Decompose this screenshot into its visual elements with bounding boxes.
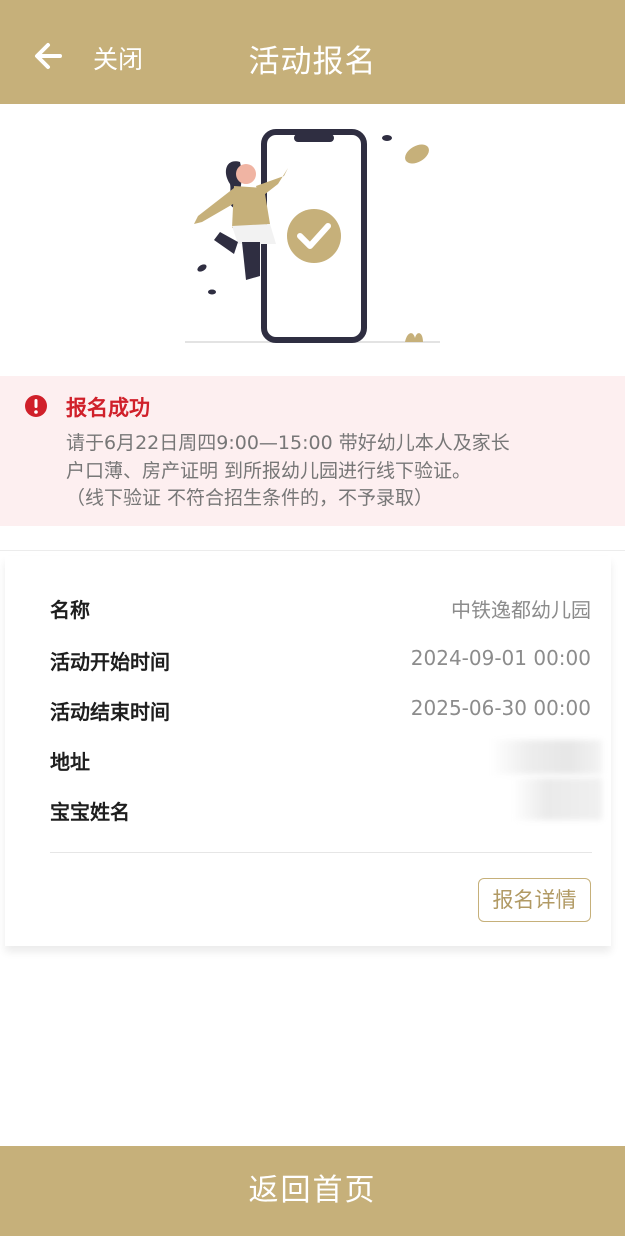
alert-message-line: （线下验证 不符合招生条件的，不予录取） — [66, 487, 434, 509]
return-home-button[interactable]: 返回首页 — [0, 1146, 625, 1236]
card-divider — [50, 852, 592, 853]
redacted-address — [490, 740, 602, 774]
alert-message-line: 请于6月22日周四9:00—15:00 带好幼儿本人及家长 — [66, 432, 510, 454]
alert-title: 报名成功 — [66, 396, 150, 420]
success-illustration — [180, 124, 445, 350]
end-time-label: 活动结束时间 — [50, 700, 170, 724]
check-circle-icon — [287, 209, 341, 263]
end-time-value: 2025-06-30 00:00 — [410, 696, 591, 720]
start-time-label: 活动开始时间 — [50, 650, 170, 674]
redacted-baby-name — [512, 778, 602, 820]
name-label: 名称 — [50, 598, 90, 622]
baby-name-label: 宝宝姓名 — [50, 800, 130, 824]
header-bar: 关闭 活动报名 — [0, 0, 625, 104]
divider — [0, 550, 625, 551]
start-time-value: 2024-09-01 00:00 — [410, 646, 591, 670]
address-label: 地址 — [50, 750, 90, 774]
registration-details-button[interactable]: 报名详情 — [478, 878, 591, 922]
page-title: 活动报名 — [248, 44, 377, 80]
name-value: 中铁逸都幼儿园 — [451, 598, 591, 622]
exclamation-circle-icon — [25, 395, 47, 417]
alert-message-line: 户口薄、房产证明 到所报幼儿园进行线下验证。 — [66, 460, 472, 482]
